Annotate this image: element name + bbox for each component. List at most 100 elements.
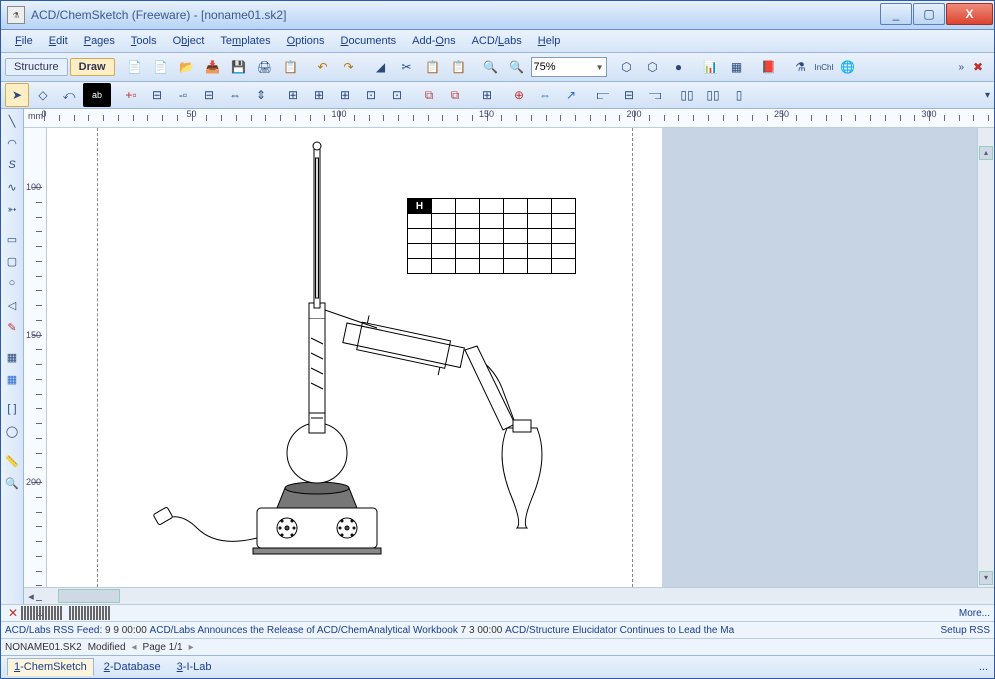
- color-swatch[interactable]: [42, 606, 44, 620]
- undo-icon[interactable]: ↶: [311, 55, 335, 79]
- cut-icon[interactable]: ✂: [395, 55, 419, 79]
- menu-pages[interactable]: Pages: [76, 33, 123, 49]
- group4-icon[interactable]: ⊡: [359, 83, 383, 107]
- zoom-out-icon[interactable]: 🔍: [505, 55, 529, 79]
- import-icon[interactable]: 📥: [201, 55, 225, 79]
- tab-chemsketch[interactable]: 1-ChemSketch: [7, 658, 94, 676]
- zoom-in-icon[interactable]: 🔍: [479, 55, 503, 79]
- color-swatch[interactable]: [36, 606, 38, 620]
- snap3-icon[interactable]: ↗: [559, 83, 583, 107]
- rss-prefix[interactable]: ACD/Labs RSS Feed:: [5, 625, 102, 636]
- grid-header-cell[interactable]: H: [408, 199, 432, 214]
- dist3-icon[interactable]: ▯: [727, 83, 751, 107]
- save-icon[interactable]: 💾: [227, 55, 251, 79]
- menu-file[interactable]: File: [7, 33, 41, 49]
- snap1-icon[interactable]: ⊕: [507, 83, 531, 107]
- hflip-icon[interactable]: ⇔: [223, 83, 247, 107]
- draw-mode-button[interactable]: Draw: [70, 58, 115, 76]
- color-swatch[interactable]: [48, 606, 50, 620]
- color-swatch[interactable]: [30, 606, 32, 620]
- color-swatch[interactable]: [27, 606, 29, 620]
- grid-icon[interactable]: ⊞: [475, 83, 499, 107]
- menu-help[interactable]: Help: [530, 33, 569, 49]
- menu-edit[interactable]: Edit: [41, 33, 76, 49]
- menu-options[interactable]: Options: [279, 33, 333, 49]
- color-swatch[interactable]: [45, 606, 47, 620]
- table-tool-icon[interactable]: ▦: [2, 369, 22, 389]
- align3-icon[interactable]: ⫎: [643, 83, 667, 107]
- dist1-icon[interactable]: ▯▯: [675, 83, 699, 107]
- rss-item-2[interactable]: ACD/Structure Elucidator Continues to Le…: [505, 625, 734, 636]
- pattern-swatch[interactable]: [108, 606, 110, 620]
- pattern-swatch[interactable]: [87, 606, 89, 620]
- ellipse-tool-icon[interactable]: ○: [2, 273, 22, 293]
- pattern-swatch[interactable]: [84, 606, 86, 620]
- page-next-icon[interactable]: ▸: [189, 642, 194, 653]
- pattern-swatch[interactable]: [102, 606, 104, 620]
- tool-b-icon[interactable]: ⬡: [641, 55, 665, 79]
- tool-a-icon[interactable]: ⬡: [615, 55, 639, 79]
- color-swatch[interactable]: [33, 606, 35, 620]
- chart-icon[interactable]: 📊: [699, 55, 723, 79]
- table-icon[interactable]: ▦: [725, 55, 749, 79]
- menu-templates[interactable]: Templates: [212, 33, 278, 49]
- eraser-icon[interactable]: ◢: [369, 55, 393, 79]
- minimize-button[interactable]: _: [880, 3, 912, 25]
- rotate-icon[interactable]: ⤺: [57, 83, 81, 107]
- paste-icon[interactable]: 📋: [447, 55, 471, 79]
- menu-object[interactable]: Object: [165, 33, 213, 49]
- pattern-swatch[interactable]: [105, 606, 107, 620]
- join-icon[interactable]: -▫: [171, 83, 195, 107]
- dict-icon[interactable]: 📕: [757, 55, 781, 79]
- pattern-swatch[interactable]: [99, 606, 101, 620]
- roundrect-tool-icon[interactable]: ▢: [2, 251, 22, 271]
- layer1-icon[interactable]: ⧉: [417, 83, 441, 107]
- group5-icon[interactable]: ⊡: [385, 83, 409, 107]
- delete-node-icon[interactable]: ⊟: [145, 83, 169, 107]
- toolbar-close-icon[interactable]: ✖: [966, 55, 990, 79]
- callout-tool-icon[interactable]: ◯: [2, 421, 22, 441]
- select-tool-icon[interactable]: ➤: [5, 83, 29, 107]
- pattern-swatch[interactable]: [69, 606, 71, 620]
- ruler-tool-icon[interactable]: 📏: [2, 451, 22, 471]
- redo-icon[interactable]: ↷: [337, 55, 361, 79]
- curve-tool-icon[interactable]: S: [2, 155, 22, 175]
- group1-icon[interactable]: ⊞: [281, 83, 305, 107]
- pattern-swatch[interactable]: [96, 606, 98, 620]
- maximize-button[interactable]: ▢: [913, 3, 945, 25]
- group2-icon[interactable]: ⊞: [307, 83, 331, 107]
- tab-database[interactable]: 2-Database: [98, 659, 167, 675]
- rss-item-1[interactable]: ACD/Labs Announces the Release of ACD/Ch…: [150, 625, 458, 636]
- wave-tool-icon[interactable]: ∿: [2, 177, 22, 197]
- pattern-swatch[interactable]: [81, 606, 83, 620]
- group3-icon[interactable]: ⊞: [333, 83, 357, 107]
- menu-acdlabs[interactable]: ACD/Labs: [464, 33, 530, 49]
- color-swatch[interactable]: [57, 606, 59, 620]
- menu-addons[interactable]: Add-Ons: [404, 33, 463, 49]
- dist2-icon[interactable]: ▯▯: [701, 83, 725, 107]
- more-colors-link[interactable]: More...: [959, 608, 990, 619]
- tabs-more-icon[interactable]: ...: [979, 661, 988, 673]
- text-tool-icon[interactable]: ab: [83, 83, 111, 107]
- align1-icon[interactable]: ⫍: [591, 83, 615, 107]
- menu-documents[interactable]: Documents: [333, 33, 405, 49]
- zoom-combo[interactable]: 75%▼: [531, 57, 607, 77]
- color-swatch[interactable]: [60, 606, 62, 620]
- vertical-scrollbar[interactable]: ▴▾: [977, 128, 994, 587]
- color-swatch[interactable]: [39, 606, 41, 620]
- lasso-icon[interactable]: ◇: [31, 83, 55, 107]
- horizontal-scrollbar[interactable]: ◂: [24, 587, 994, 604]
- paint-tool-icon[interactable]: ✎: [2, 317, 22, 337]
- arc-tool-icon[interactable]: ◠: [2, 133, 22, 153]
- new-icon[interactable]: 📄: [123, 55, 147, 79]
- tab-ilab[interactable]: 3-I-Lab: [171, 659, 218, 675]
- pattern-swatch[interactable]: [72, 606, 74, 620]
- color-swatch[interactable]: [21, 606, 23, 620]
- flask-icon[interactable]: ⚗: [789, 55, 813, 79]
- color-swatch[interactable]: [51, 606, 53, 620]
- print-icon[interactable]: 🖨: [253, 55, 277, 79]
- setup-rss-link[interactable]: Setup RSS: [941, 625, 990, 636]
- tool-c-icon[interactable]: ●: [667, 55, 691, 79]
- inchi-label[interactable]: InChI: [815, 63, 834, 72]
- search-tool-icon[interactable]: 🔍: [2, 473, 22, 493]
